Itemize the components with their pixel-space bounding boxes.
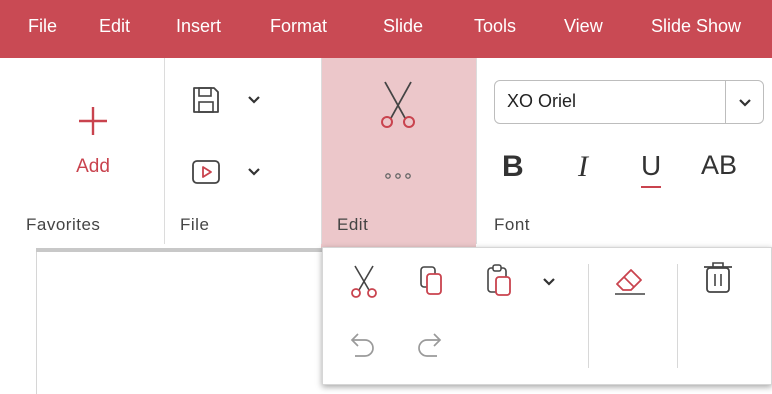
ribbon-bottom-bar xyxy=(36,248,326,252)
select-divider xyxy=(725,81,726,123)
save-button[interactable] xyxy=(190,82,272,120)
font-name-select[interactable]: XO Oriel xyxy=(494,80,764,124)
caps-button[interactable]: AB xyxy=(701,150,737,194)
save-icon xyxy=(193,87,219,113)
menu-bar: File Edit Insert Format Slide Tools View… xyxy=(0,0,772,58)
more-button[interactable] xyxy=(383,168,413,184)
menu-tools[interactable]: Tools xyxy=(474,0,516,52)
eraser-icon[interactable] xyxy=(611,262,649,298)
plus-icon xyxy=(79,107,107,135)
chevron-down-icon[interactable] xyxy=(246,92,262,108)
document-left-edge xyxy=(36,252,37,394)
trash-icon[interactable] xyxy=(701,260,735,296)
group-label-edit: Edit xyxy=(337,215,369,234)
menu-edit[interactable]: Edit xyxy=(99,0,130,52)
menu-view[interactable]: View xyxy=(564,0,603,52)
chevron-down-icon[interactable] xyxy=(246,164,262,180)
menu-slide-show[interactable]: Slide Show xyxy=(651,0,741,52)
panel-separator xyxy=(677,264,678,368)
add-label: Add xyxy=(76,156,110,177)
copy-icon[interactable] xyxy=(415,264,449,298)
play-icon xyxy=(192,160,220,184)
group-divider xyxy=(321,58,322,244)
chevron-down-icon[interactable] xyxy=(737,95,753,111)
underline-bar xyxy=(641,186,661,188)
more-icon xyxy=(385,173,411,179)
underline-button[interactable]: U xyxy=(641,150,661,194)
menu-file[interactable]: File xyxy=(28,0,57,52)
group-label-font: Font xyxy=(494,215,531,234)
underline-letter: U xyxy=(641,150,662,181)
add-button[interactable]: Add xyxy=(58,104,128,184)
group-label-favorites: Favorites xyxy=(26,215,101,234)
undo-icon[interactable] xyxy=(345,330,379,360)
group-divider xyxy=(476,58,477,244)
group-divider xyxy=(164,58,165,244)
present-button[interactable] xyxy=(190,154,272,192)
group-label-file: File xyxy=(180,215,210,234)
bold-button[interactable]: B xyxy=(502,150,524,194)
menu-insert[interactable]: Insert xyxy=(176,0,221,52)
paste-icon[interactable] xyxy=(483,262,517,298)
menu-format[interactable]: Format xyxy=(270,0,327,52)
scissors-icon[interactable] xyxy=(347,264,381,298)
menu-slide[interactable]: Slide xyxy=(383,0,423,52)
italic-button[interactable]: I xyxy=(578,150,588,194)
chevron-down-icon[interactable] xyxy=(541,274,557,290)
font-name-value: XO Oriel xyxy=(507,91,577,111)
panel-separator xyxy=(588,264,589,368)
redo-icon[interactable] xyxy=(413,330,447,360)
scissors-icon xyxy=(381,81,415,128)
cut-button[interactable] xyxy=(373,80,423,130)
edit-dropdown-panel xyxy=(322,247,772,385)
